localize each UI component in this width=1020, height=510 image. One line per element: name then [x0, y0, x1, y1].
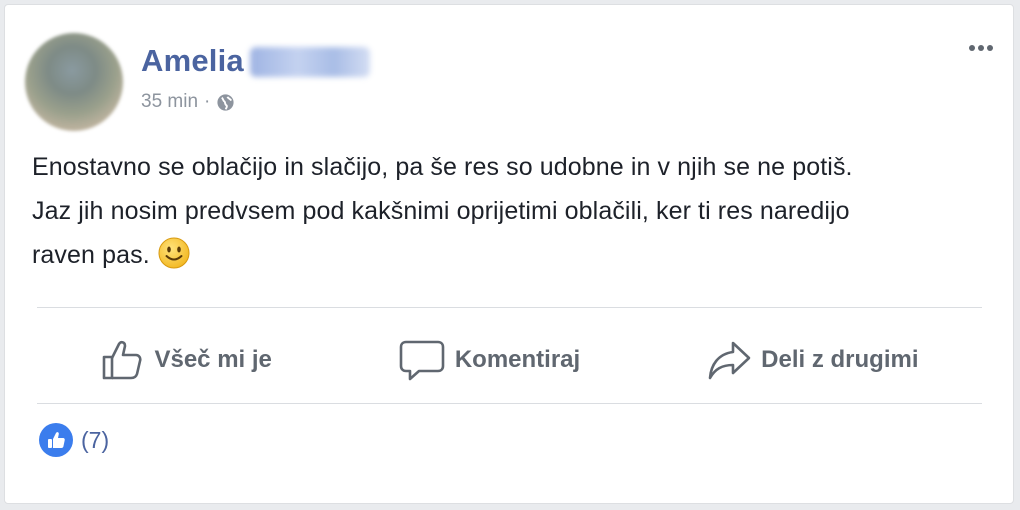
post-text-line: Jaz jih nosim predvsem pod kakšnimi opri… [32, 197, 850, 225]
action-bar: Všeč mi je Komentiraj Deli z drugimi [37, 315, 982, 405]
avatar[interactable] [25, 33, 123, 131]
comment-button[interactable]: Komentiraj [399, 338, 580, 382]
author-surname-blurred [249, 47, 370, 77]
author-name[interactable]: Amelia [141, 43, 244, 79]
divider-top [37, 307, 982, 308]
smiley-icon [158, 237, 190, 269]
more-dot [978, 45, 984, 51]
more-options-button[interactable] [969, 45, 993, 51]
like-button[interactable]: Všeč mi je [100, 338, 272, 382]
meta-separator: · [204, 91, 211, 112]
post-author[interactable]: Amelia [141, 43, 370, 79]
post-text-line: Enostavno se oblačijo in slačijo, pa še … [32, 153, 853, 181]
share-button[interactable]: Deli z drugimi [707, 338, 919, 382]
more-dot [969, 45, 975, 51]
reaction-count[interactable]: (7) [81, 427, 109, 454]
share-label: Deli z drugimi [761, 346, 919, 373]
thumbs-up-icon [103, 340, 143, 380]
post-text: Enostavno se oblačijo in slačijo, pa še … [32, 145, 992, 277]
reactions-summary[interactable]: (7) [39, 423, 109, 457]
post-text-line-end: raven pas. [32, 241, 150, 269]
post-meta: 35 min · [141, 91, 235, 113]
thumbs-up-glyph-icon [48, 432, 65, 448]
like-label: Všeč mi je [154, 346, 272, 373]
comment-label: Komentiraj [454, 346, 581, 373]
comment-icon [399, 340, 445, 381]
post-text-line: raven pas. [32, 233, 992, 277]
share-arrow-icon [708, 341, 751, 380]
more-dot [987, 45, 993, 51]
divider-bottom [37, 403, 982, 404]
post-timestamp[interactable]: 35 min [141, 91, 198, 113]
globe-icon[interactable] [216, 93, 235, 112]
post-card: Amelia 35 min · Enostavno se oblačijo in… [4, 4, 1014, 504]
thumbs-up-badge-icon [39, 423, 73, 457]
